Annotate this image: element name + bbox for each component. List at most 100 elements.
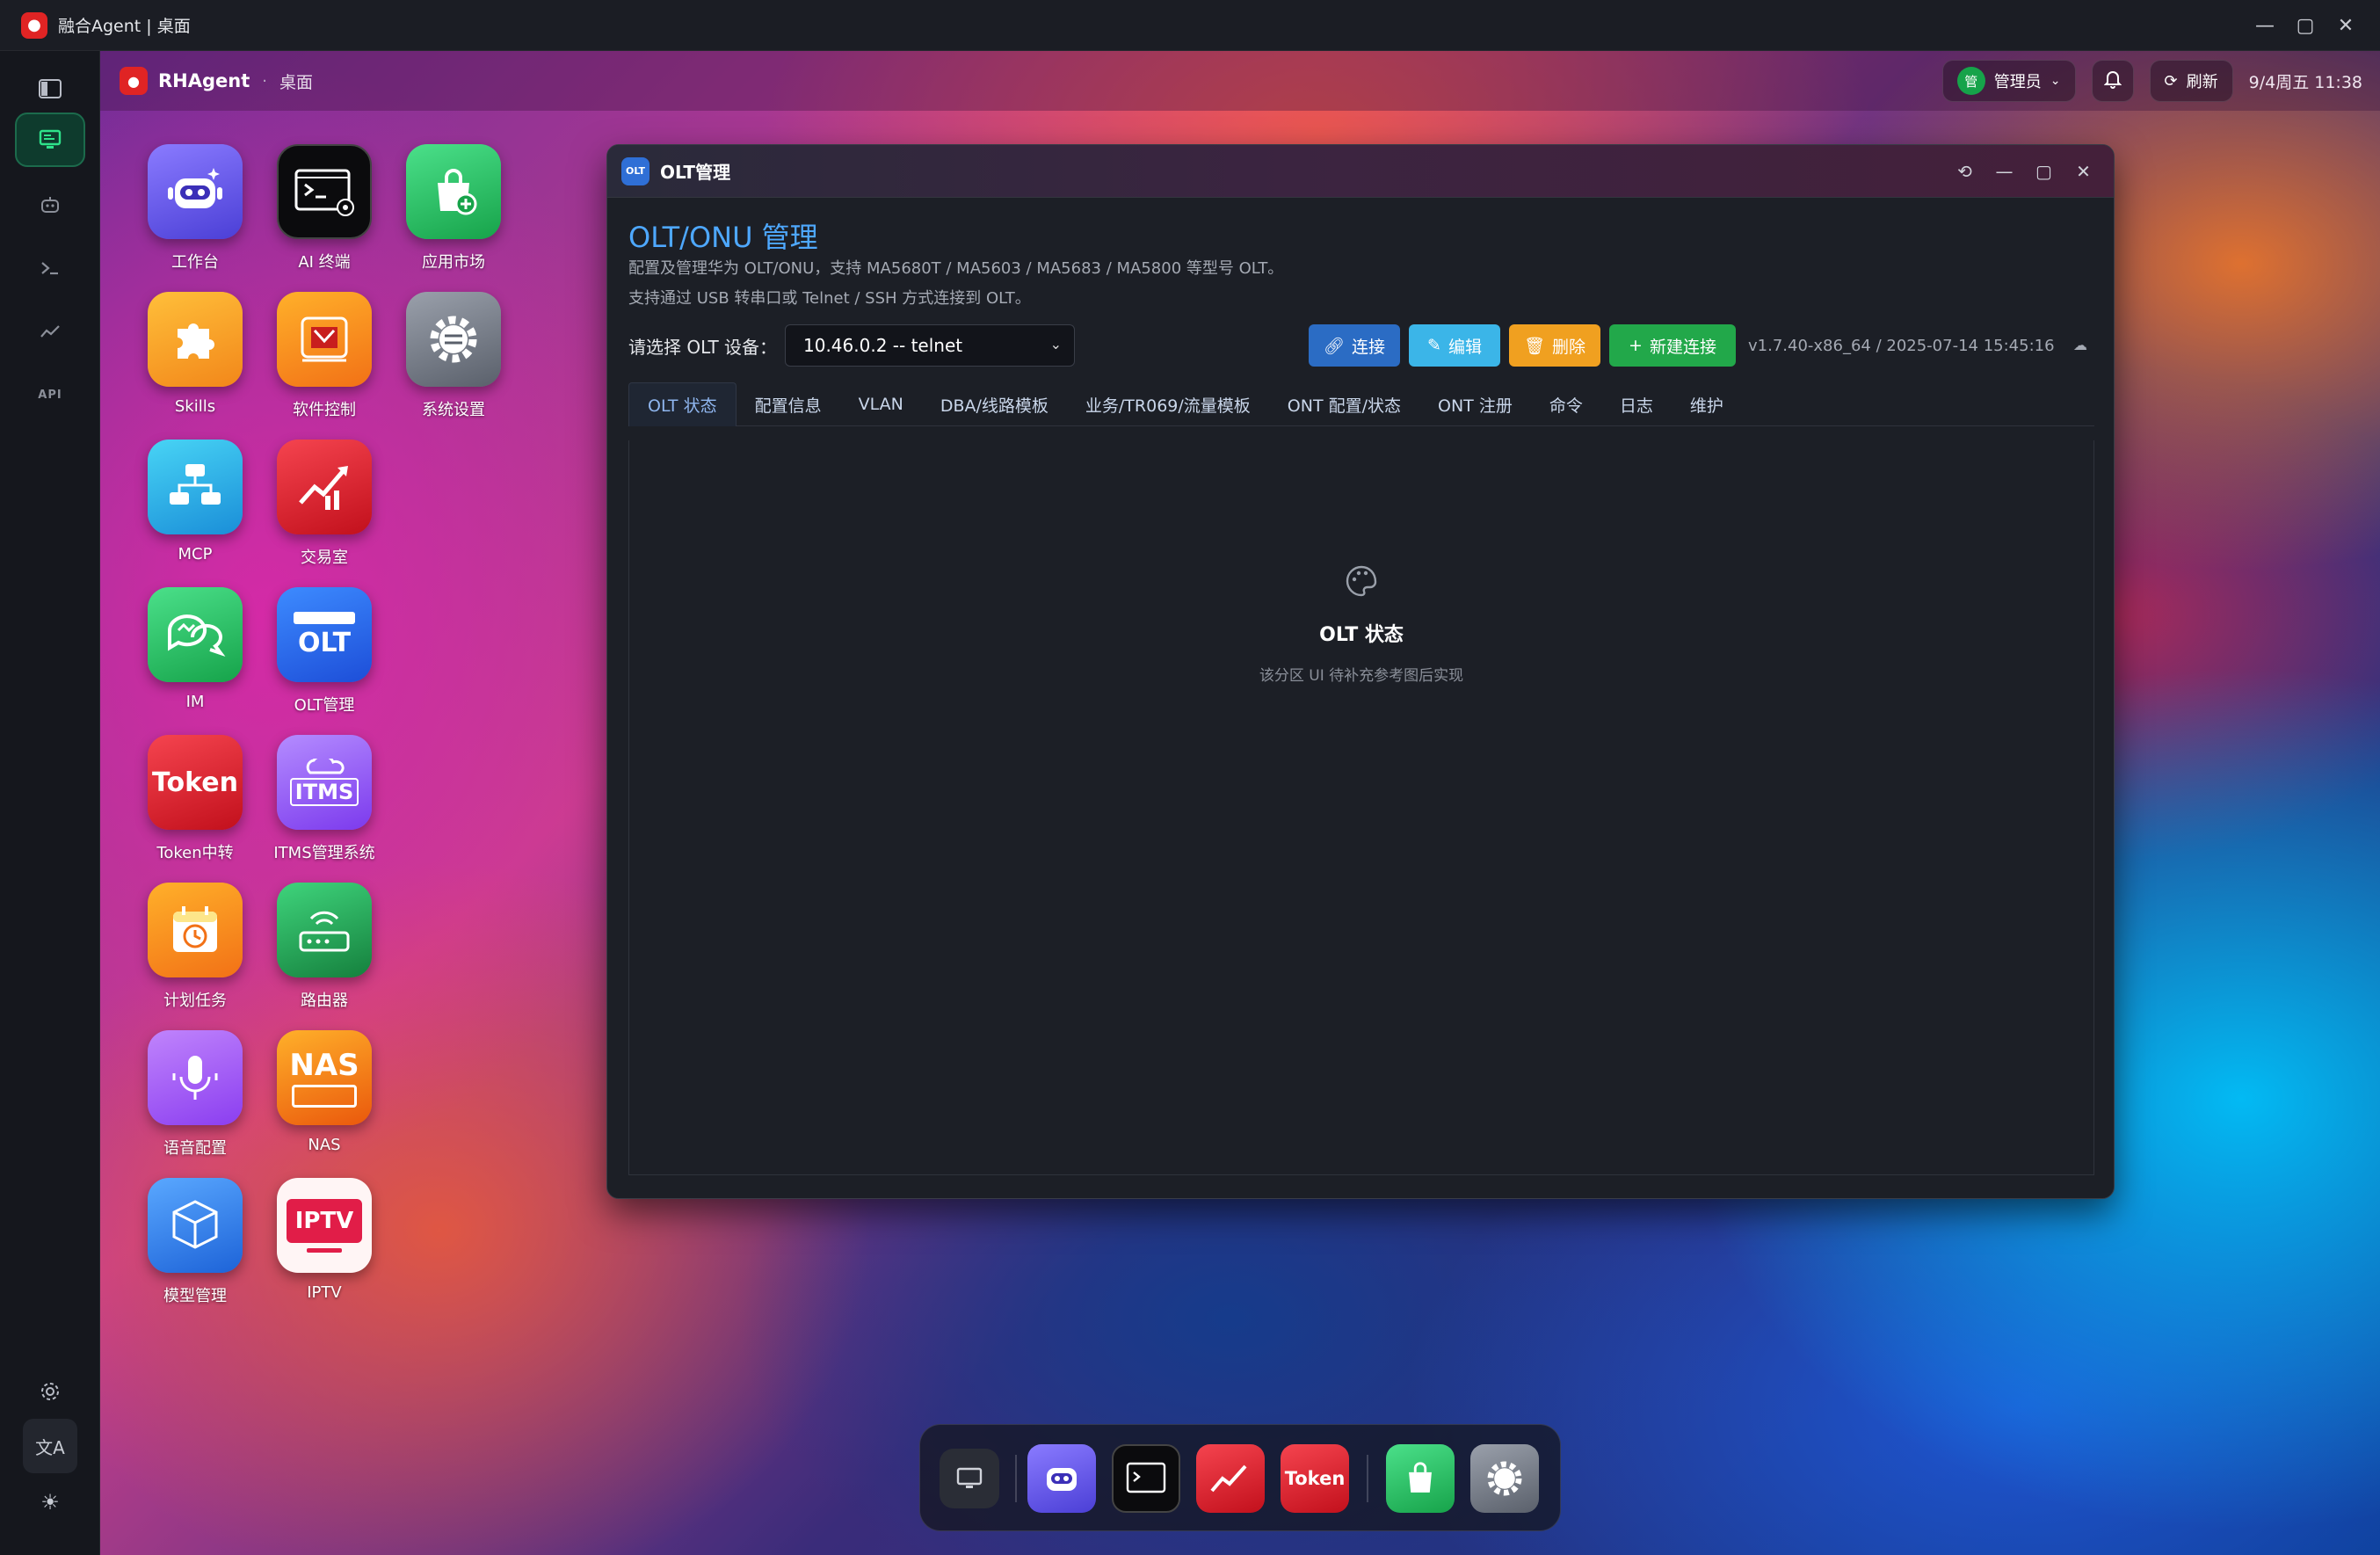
tab-dba-line-template[interactable]: DBA/线路模板: [922, 382, 1067, 426]
app-system-settings[interactable]: 系统设置: [388, 292, 519, 432]
dock-shopping-bag-icon[interactable]: [1386, 1444, 1455, 1513]
tab-log[interactable]: 日志: [1601, 382, 1672, 426]
app-label: AI 终端: [298, 253, 351, 272]
calendar-clock-icon: [148, 883, 243, 977]
dock-gear-icon[interactable]: [1470, 1444, 1539, 1513]
rail-theme-icon[interactable]: ☀: [15, 1475, 85, 1530]
user-menu[interactable]: 管 管理员 ⌄: [1941, 60, 2076, 102]
rail-terminal-icon[interactable]: [15, 241, 85, 295]
app-label: 路由器: [301, 992, 348, 1010]
tab-service-tr069-traffic[interactable]: 业务/TR069/流量模板: [1067, 382, 1269, 426]
tile-text: OLT: [297, 627, 352, 658]
app-iptv[interactable]: IPTV IPTV: [258, 1178, 390, 1319]
page-title: OLT/ONU 管理: [628, 221, 818, 254]
app-model-management[interactable]: 模型管理: [129, 1178, 261, 1319]
app-token-relay[interactable]: Token Token中转: [129, 735, 261, 876]
notification-button[interactable]: [2091, 60, 2134, 102]
refresh-label: 刷新: [2186, 73, 2218, 91]
app-olt-manager[interactable]: OLT OLT管理: [258, 587, 390, 728]
olt-device-icon: OLT: [277, 587, 372, 682]
olt-select-value: 10.46.0.2 -- telnet: [803, 335, 963, 356]
tab-config-info[interactable]: 配置信息: [736, 382, 840, 426]
app-skills[interactable]: Skills: [129, 292, 261, 432]
user-role: 管理员: [1993, 73, 2042, 91]
app-itms[interactable]: ITMS ITMS管理系统: [258, 735, 390, 876]
pencil-icon: ✎: [1427, 336, 1441, 355]
close-icon[interactable]: ✕: [2326, 0, 2366, 51]
app-scheduled-tasks[interactable]: 计划任务: [129, 883, 261, 1023]
new-connection-button[interactable]: + 新建连接: [1609, 324, 1736, 367]
itms-cloud-icon: ITMS: [277, 735, 372, 830]
nas-icon: NAS: [277, 1030, 372, 1125]
app-label: OLT管理: [294, 696, 355, 715]
app-workbench[interactable]: 工作台: [129, 144, 261, 285]
refresh-button[interactable]: ⟳ 刷新: [2149, 60, 2233, 102]
app-label: 模型管理: [163, 1287, 227, 1305]
page-description-1: 配置及管理华为 OLT/ONU，支持 MA5680T / MA5603 / MA…: [628, 259, 1284, 278]
desktop-screen: ● 融合Agent | 桌面 — ▢ ✕ API 文A ☀ ● RHAgent …: [0, 0, 2380, 1555]
tab-ont-config-status[interactable]: ONT 配置/状态: [1269, 382, 1419, 426]
app-voice-config[interactable]: 语音配置: [129, 1030, 261, 1171]
rail-translate-icon[interactable]: 文A: [23, 1419, 77, 1473]
app-ai-terminal[interactable]: AI 终端: [258, 144, 390, 285]
app-nas[interactable]: NAS NAS: [258, 1030, 390, 1171]
rail-desktop-icon[interactable]: [15, 113, 85, 167]
olt-device-select[interactable]: 10.46.0.2 -- telnet ⌄: [785, 324, 1075, 367]
tab-command[interactable]: 命令: [1531, 382, 1601, 426]
dock-token-icon[interactable]: Token: [1281, 1444, 1349, 1513]
maximize-icon[interactable]: ▢: [2285, 0, 2326, 51]
empty-state-subtitle: 该分区 UI 待补充参考图后实现: [1259, 667, 1464, 685]
dock-terminal-icon[interactable]: [1112, 1444, 1180, 1513]
tile-text: IPTV: [294, 1207, 354, 1234]
sidebar-toggle-icon[interactable]: [15, 62, 85, 116]
dock-desktop-icon[interactable]: [940, 1449, 999, 1508]
minimize-icon[interactable]: —: [1985, 145, 2024, 198]
edit-button[interactable]: ✎ 编辑: [1409, 324, 1500, 367]
delete-button[interactable]: 🗑︎ 删除: [1509, 324, 1600, 367]
olt-select-label: 请选择 OLT 设备：: [628, 337, 778, 358]
rail-api-icon[interactable]: API: [15, 367, 85, 422]
app-market[interactable]: 应用市场: [388, 144, 519, 285]
brand-name: RHAgent: [158, 70, 250, 91]
olt-window-controls: ⟲ — ▢ ✕: [1945, 145, 2103, 198]
cube-icon: [148, 1178, 243, 1273]
dock-trading-chart-icon[interactable]: [1196, 1444, 1265, 1513]
minimize-icon[interactable]: —: [2245, 0, 2285, 51]
tab-vlan[interactable]: VLAN: [840, 382, 922, 426]
app-trading-room[interactable]: 交易室: [258, 440, 390, 580]
app-label: 应用市场: [422, 253, 485, 272]
tab-olt-status[interactable]: OLT 状态: [628, 382, 736, 426]
olt-window-titlebar[interactable]: OLT OLT管理 ⟲ — ▢ ✕: [607, 145, 2114, 198]
connect-button[interactable]: 🔗︎ 连接: [1309, 324, 1400, 367]
app-router[interactable]: 路由器: [258, 883, 390, 1023]
tab-maintenance[interactable]: 维护: [1672, 382, 1742, 426]
empty-state-title: OLT 状态: [1319, 624, 1404, 646]
terminal-icon: [277, 144, 372, 239]
tab-panel: OLT 状态 该分区 UI 待补充参考图后实现: [628, 440, 2094, 1175]
palette-icon: [1344, 563, 1379, 607]
app-mcp[interactable]: MCP: [129, 440, 261, 580]
maximize-icon[interactable]: ▢: [2024, 145, 2064, 198]
tile-text: ITMS: [289, 778, 359, 806]
rail-chart-icon[interactable]: [15, 304, 85, 359]
gear-icon: [406, 292, 501, 387]
app-label: MCP: [178, 545, 213, 563]
cloud-icon[interactable]: ☁: [2073, 337, 2087, 353]
app-label: 工作台: [171, 253, 219, 272]
empty-state: OLT 状态 该分区 UI 待补充参考图后实现: [629, 563, 2093, 685]
app-im[interactable]: IM: [129, 587, 261, 728]
rail-robot-icon[interactable]: [15, 178, 85, 232]
app-label: IM: [185, 693, 205, 711]
breadcrumb-separator: ·: [262, 71, 267, 91]
clock: 9/4周五 11:38: [2248, 72, 2362, 92]
tab-ont-register[interactable]: ONT 注册: [1419, 382, 1531, 426]
olt-app-icon: OLT: [621, 156, 649, 185]
dock: Token: [919, 1424, 1561, 1531]
rail-settings-icon[interactable]: [15, 1364, 85, 1419]
trading-chart-icon: [277, 440, 372, 534]
olt-tabs: OLT 状态 配置信息 VLAN DBA/线路模板 业务/TR069/流量模板 …: [628, 382, 2094, 426]
app-software-control[interactable]: 软件控制: [258, 292, 390, 432]
close-icon[interactable]: ✕: [2064, 145, 2103, 198]
dock-robot-icon[interactable]: [1027, 1444, 1096, 1513]
history-icon[interactable]: ⟲: [1945, 145, 1985, 198]
